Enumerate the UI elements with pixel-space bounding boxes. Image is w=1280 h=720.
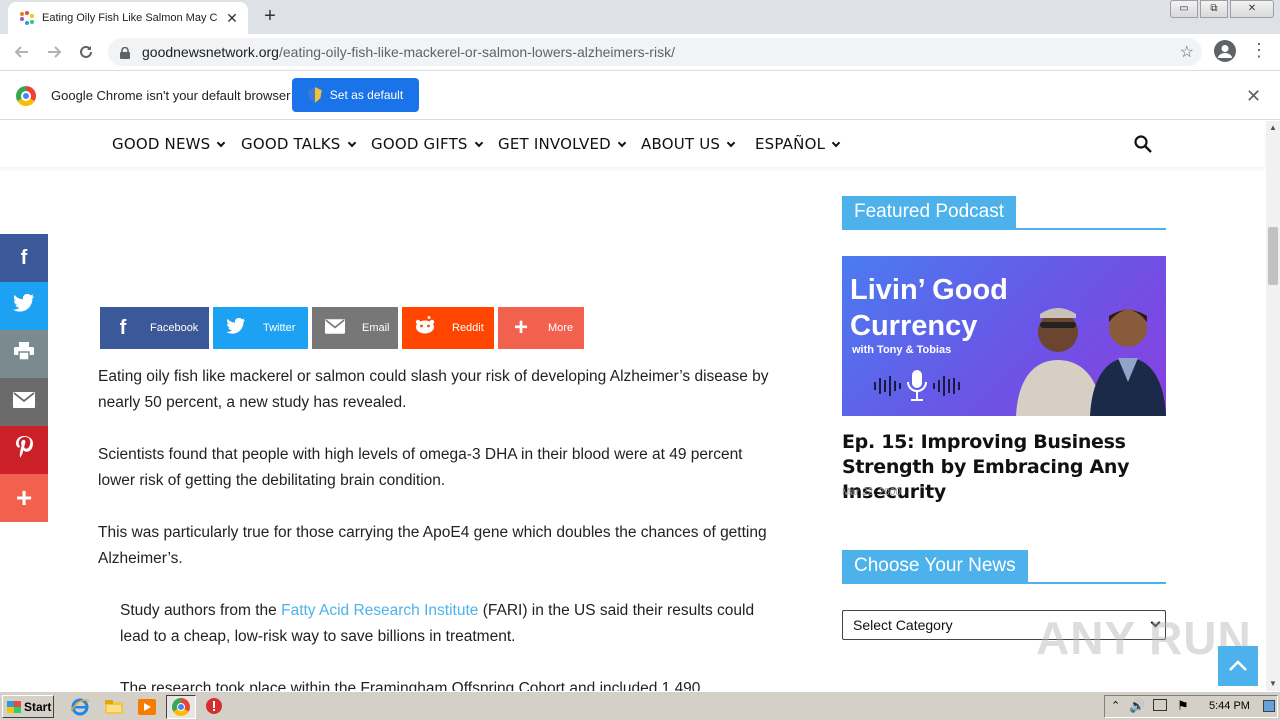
microphone-icon: [874, 370, 960, 401]
chrome-menu-icon[interactable]: ⋮: [1250, 40, 1268, 62]
window-controls: ▭ ⧉ ✕: [1168, 0, 1274, 18]
twitter-icon: [225, 317, 247, 340]
podcast-image-title: Livin’ Good Currency: [850, 274, 1008, 342]
minimize-button[interactable]: ▭: [1170, 0, 1198, 18]
shield-icon: [307, 87, 322, 103]
action-center-flag-icon[interactable]: ⚑: [1177, 698, 1189, 714]
restore-button[interactable]: ⧉: [1200, 0, 1228, 18]
scrollbar-thumb[interactable]: [1268, 227, 1278, 285]
nav-item-good-news[interactable]: GOOD NEWS: [112, 135, 226, 153]
set-as-default-button[interactable]: Set as default: [292, 78, 419, 112]
reddit-icon: [414, 316, 436, 340]
profile-avatar-icon[interactable]: [1214, 40, 1236, 62]
browser-toolbar: goodnewsnetwork.org/eating-oily-fish-lik…: [0, 34, 1280, 71]
chrome-logo-icon: [16, 86, 36, 106]
share-twitter-button[interactable]: Twitter: [213, 307, 308, 349]
article-paragraph: This was particularly true for those car…: [98, 524, 767, 567]
article-paragraph: The research took place within the Frami…: [120, 680, 701, 691]
url-text: goodnewsnetwork.org/eating-oily-fish-lik…: [142, 44, 675, 60]
tray-expand-icon[interactable]: ⌃: [1111, 699, 1120, 712]
page-scrollbar[interactable]: ▲ ▼: [1266, 121, 1280, 691]
browser-tab[interactable]: Eating Oily Fish Like Salmon May Cut ✕: [8, 2, 248, 34]
twitter-icon: [13, 293, 35, 318]
plus-icon: +: [513, 314, 528, 341]
media-player-icon[interactable]: [137, 697, 157, 717]
scroll-to-top-button[interactable]: [1218, 646, 1258, 686]
reload-icon[interactable]: [70, 36, 102, 68]
tab-close-icon[interactable]: ✕: [224, 10, 240, 27]
article-paragraph: Eating oily fish like mackerel or salmon…: [98, 368, 769, 411]
sidebar-share-pinterest[interactable]: [0, 426, 48, 474]
sidebar-share-email[interactable]: [0, 378, 48, 426]
share-more-button[interactable]: + More: [498, 307, 584, 349]
chevron-down-icon: [347, 138, 356, 148]
plus-icon: +: [15, 482, 33, 513]
system-tray: ⌃ 🔊 ⚑ 5:44 PM: [1104, 695, 1278, 718]
article-blockquote: Study authors from the Fatty Acid Resear…: [120, 602, 755, 645]
sidebar-share-twitter[interactable]: [0, 282, 48, 330]
facebook-icon: f: [20, 246, 28, 269]
bookmark-star-icon[interactable]: ☆: [1180, 42, 1194, 62]
email-icon: [324, 317, 346, 340]
podcast-post-date: Mar 22, 2000: [842, 487, 901, 498]
tab-strip: Eating Oily Fish Like Salmon May Cut ✕ +…: [0, 0, 1280, 34]
stop-icon[interactable]: [205, 697, 225, 717]
search-icon[interactable]: [1134, 135, 1152, 153]
new-tab-button[interactable]: +: [258, 6, 282, 28]
podcast-image[interactable]: Livin’ Good Currency with Tony & Tobias: [842, 256, 1166, 416]
infobar-message: Google Chrome isn't your default browser: [51, 88, 291, 103]
chevron-down-icon: [831, 138, 841, 148]
chevron-down-icon: [474, 138, 483, 148]
chevron-down-icon: [726, 138, 736, 148]
tab-title: Eating Oily Fish Like Salmon May Cut: [42, 12, 218, 24]
sidebar-share-facebook[interactable]: f: [0, 234, 48, 282]
pinterest-icon: [15, 436, 33, 464]
sidebar-print[interactable]: [0, 330, 48, 378]
print-icon: [14, 342, 34, 366]
nav-item-good-gifts[interactable]: GOOD GIFTS: [371, 135, 483, 153]
featured-podcast-heading: Featured Podcast: [842, 196, 1166, 230]
scroll-down-arrow-icon[interactable]: ▼: [1266, 677, 1280, 691]
facebook-icon: f: [119, 316, 127, 339]
lock-icon: [120, 46, 130, 59]
internet-explorer-icon[interactable]: [70, 697, 90, 717]
site-navigation: GOOD NEWS GOOD TALKS GOOD GIFTS GET INVO…: [0, 121, 1264, 167]
start-button[interactable]: Start: [2, 695, 54, 718]
nav-item-espanol[interactable]: ESPAÑOL: [755, 135, 841, 153]
address-bar[interactable]: goodnewsnetwork.org/eating-oily-fish-lik…: [108, 38, 1202, 66]
forward-arrow-icon[interactable]: [38, 36, 70, 68]
default-browser-infobar: Google Chrome isn't your default browser…: [0, 72, 1280, 120]
chrome-taskbar-button[interactable]: [166, 695, 196, 719]
show-desktop-icon[interactable]: [1263, 700, 1275, 712]
close-window-button[interactable]: ✕: [1230, 0, 1274, 18]
taskbar-clock: 5:44 PM: [1209, 700, 1250, 712]
chevron-down-icon: [217, 138, 226, 148]
email-icon: [13, 391, 35, 414]
nav-item-about-us[interactable]: ABOUT US: [641, 135, 736, 153]
infobar-close-icon[interactable]: ✕: [1246, 86, 1261, 107]
site-favicon-icon: [20, 11, 34, 25]
nav-item-get-involved[interactable]: GET INVOLVED: [498, 135, 627, 153]
chevron-down-icon: [617, 138, 627, 148]
host-photo: [1090, 309, 1166, 416]
web-page: GOOD NEWS GOOD TALKS GOOD GIFTS GET INVO…: [0, 121, 1266, 691]
article-paragraph: Scientists found that people with high l…: [98, 446, 743, 489]
windows-taskbar: Start ⌃ 🔊 ⚑ 5:44 PM: [0, 691, 1280, 720]
share-facebook-button[interactable]: f Facebook: [100, 307, 209, 349]
share-email-button[interactable]: Email: [312, 307, 398, 349]
podcast-image-subtitle: with Tony & Tobias: [852, 344, 952, 356]
sidebar-share-more[interactable]: +: [0, 474, 48, 522]
network-icon[interactable]: [1153, 699, 1167, 711]
chevron-up-icon: [1229, 660, 1247, 671]
fari-link[interactable]: Fatty Acid Research Institute: [281, 602, 478, 619]
choose-your-news-heading: Choose Your News: [842, 550, 1166, 584]
file-explorer-icon[interactable]: [104, 697, 124, 717]
share-reddit-button[interactable]: Reddit: [402, 307, 494, 349]
volume-icon[interactable]: 🔊: [1129, 698, 1145, 714]
nav-item-good-talks[interactable]: GOOD TALKS: [241, 135, 356, 153]
scroll-up-arrow-icon[interactable]: ▲: [1266, 121, 1280, 135]
back-arrow-icon[interactable]: [6, 36, 38, 68]
windows-flag-icon: [7, 700, 21, 713]
chrome-icon: [172, 698, 190, 716]
